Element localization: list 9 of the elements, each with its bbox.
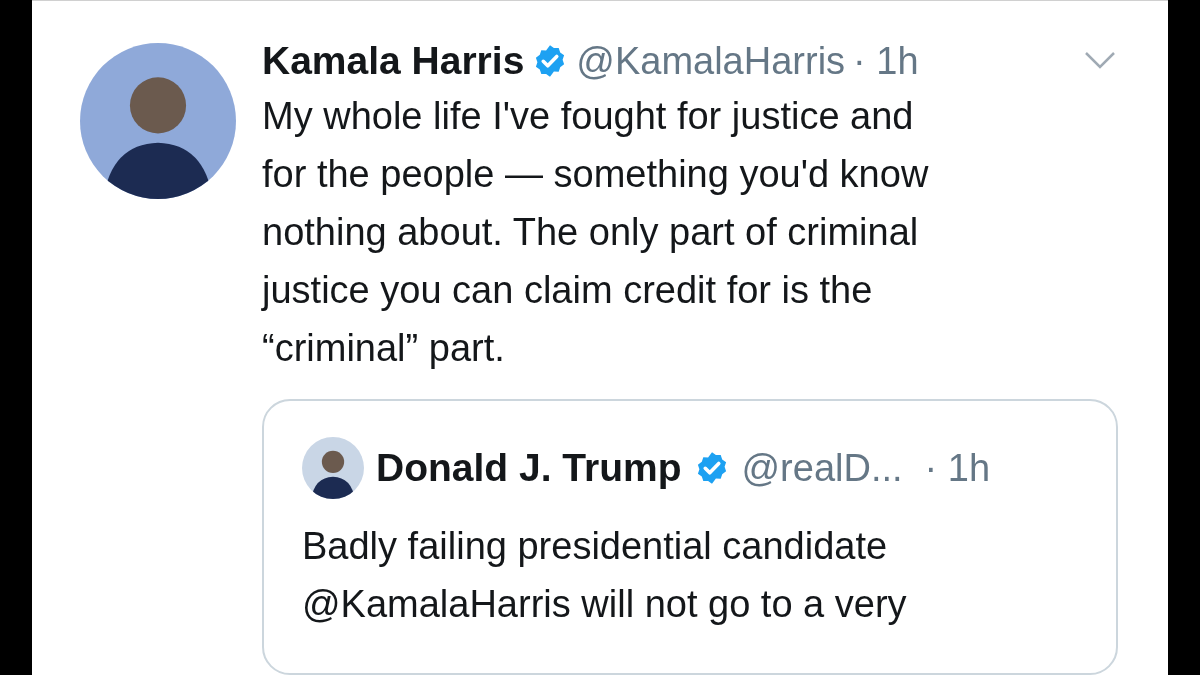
quoted-tweet-time: · 1h — [924, 445, 991, 491]
quoted-tweet-text: Badly failing presidential candidate @KamalaHarris will not go to a very — [302, 524, 908, 627]
tweet-text: My whole life I've fought for justice and for the people — something you'd know nothing about. The only part of criminal justice you can claim credit for is the “criminal” part. — [262, 94, 930, 371]
author-name[interactable]: Kamala Harris — [262, 31, 525, 91]
tweet-time: · 1h — [853, 38, 919, 84]
author-handle[interactable]: @KamalaHarris — [576, 32, 846, 90]
quoted-author-name: Donald J. Trump — [376, 444, 682, 491]
quoted-tweet-card[interactable]: Donald J. Trump @realD... · 1h Badly failing presidential candidate @KamalaHarris will not go to a very — [262, 399, 1118, 675]
quoted-author-handle: @realD... — [741, 445, 903, 491]
